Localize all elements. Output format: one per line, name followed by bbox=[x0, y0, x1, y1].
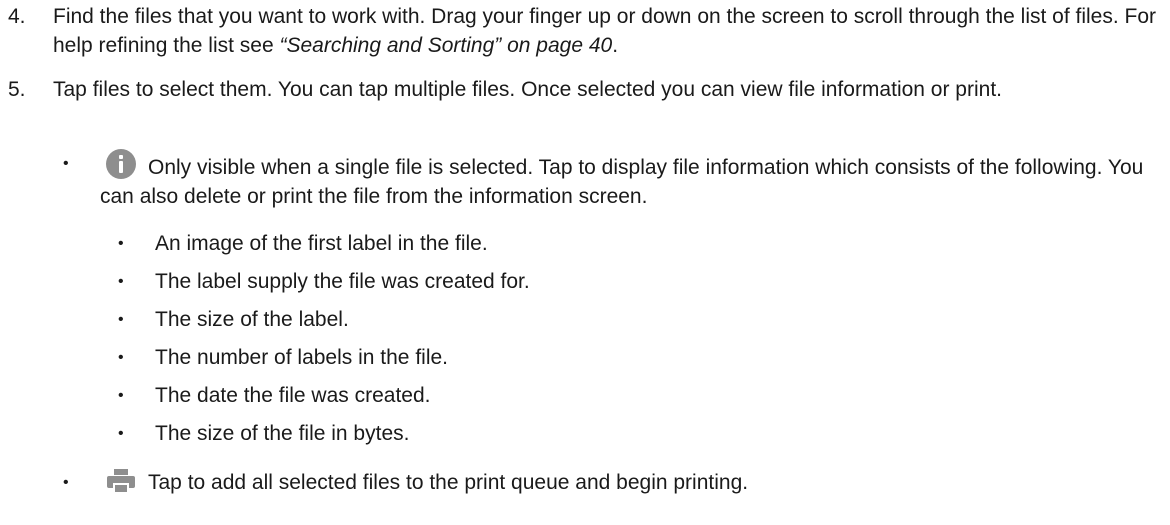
list-item-text: The size of the label. bbox=[155, 308, 349, 331]
cross-reference-link[interactable]: “Searching and Sorting” on page 40 bbox=[279, 34, 612, 57]
info-icon bbox=[106, 149, 136, 179]
bullet-marker: • bbox=[118, 425, 124, 442]
list-item-text: An image of the first label in the file. bbox=[155, 232, 488, 255]
step-number: 5. bbox=[8, 78, 26, 101]
step-text: Find the files that you want to work wit… bbox=[53, 2, 1163, 60]
bullet-body: Tap to add all selected files to the pri… bbox=[100, 468, 1160, 497]
bullet-marker: • bbox=[63, 474, 69, 491]
bullet-marker: • bbox=[118, 311, 124, 328]
step-text: Tap files to select them. You can tap mu… bbox=[53, 78, 1002, 101]
bullet-marker: • bbox=[118, 235, 124, 252]
list-item-text: The label supply the file was created fo… bbox=[155, 270, 530, 293]
bullet-text: Tap to add all selected files to the pri… bbox=[148, 471, 749, 494]
print-icon bbox=[107, 469, 135, 493]
bullet-body: Only visible when a single file is selec… bbox=[100, 149, 1160, 211]
bullet-marker: • bbox=[118, 387, 124, 404]
step-tail: . bbox=[612, 34, 619, 57]
bullet-text: Only visible when a single file is selec… bbox=[100, 156, 1144, 208]
bullet-marker: • bbox=[118, 273, 124, 290]
step-number: 4. bbox=[8, 5, 26, 28]
list-item-text: The date the file was created. bbox=[155, 384, 431, 407]
list-item-text: The size of the file in bytes. bbox=[155, 422, 410, 445]
document-page: 4. Find the files that you want to work … bbox=[0, 0, 1170, 525]
bullet-marker: • bbox=[63, 155, 69, 172]
bullet-marker: • bbox=[118, 349, 124, 366]
list-item-text: The number of labels in the file. bbox=[155, 346, 448, 369]
